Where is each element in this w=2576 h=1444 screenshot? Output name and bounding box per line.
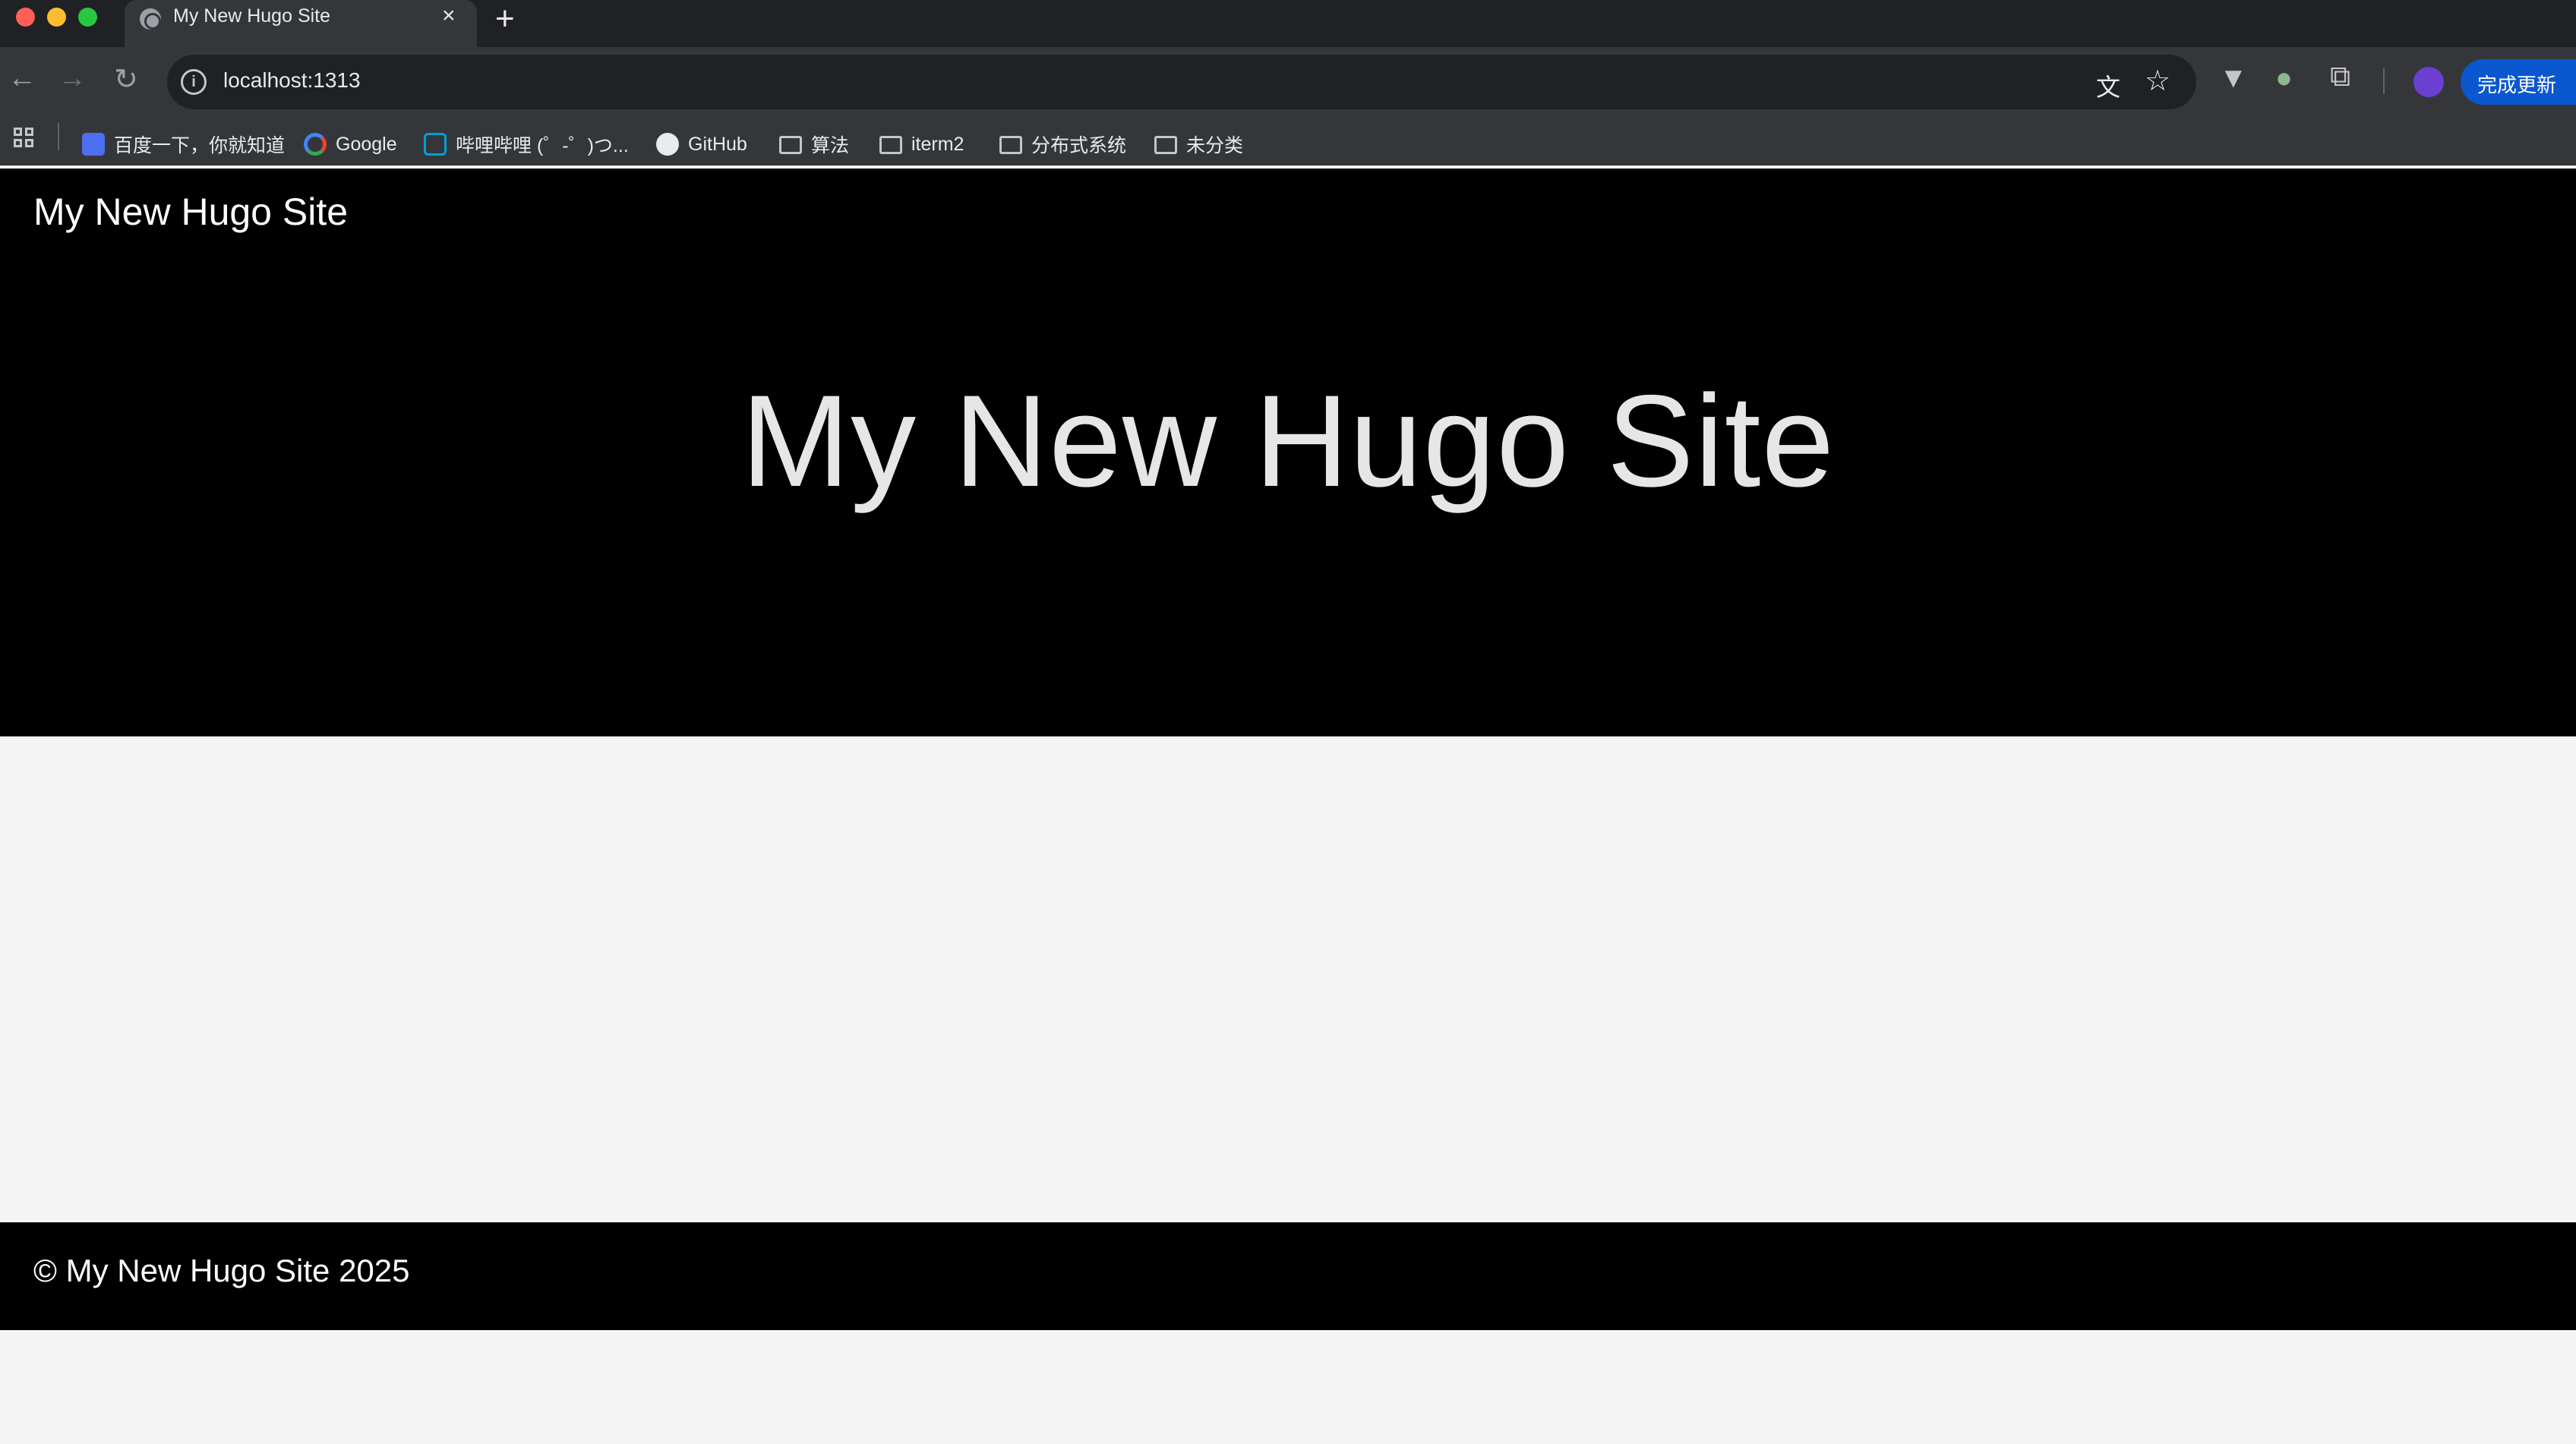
- address-bar[interactable]: i localhost:1313 ⽂ ☆: [167, 55, 2196, 109]
- forward-arrow-icon[interactable]: →: [58, 62, 87, 95]
- page-viewport: My New Hugo Site My New Hugo Site © My N…: [0, 169, 2576, 1444]
- folder-icon: [779, 136, 802, 154]
- bookmark-label: 算法: [811, 135, 850, 156]
- back-arrow-icon[interactable]: ←: [8, 62, 36, 95]
- tab-strip: My New Hugo Site × +: [0, 0, 2576, 47]
- bookmark-label: GitHub: [688, 133, 747, 155]
- bookmark-github[interactable]: GitHub: [656, 121, 747, 167]
- bookmark-label: 哔哩哔哩 (゜-゜)つ...: [456, 135, 629, 156]
- hero-title: My New Hugo Site: [740, 368, 1836, 514]
- minimize-window-button[interactable]: [47, 8, 66, 27]
- toolbar-divider: [2383, 68, 2385, 94]
- footer-copyright: © My New Hugo Site 2025: [33, 1253, 410, 1288]
- green-circle-extension-icon[interactable]: ●: [2275, 62, 2293, 95]
- globe-icon: [140, 8, 161, 30]
- bookmarks-bar: 百度一下，你就知道 Google 哔哩哔哩 (゜-゜)つ... GitHub 算…: [0, 121, 2576, 169]
- site-brand-link[interactable]: My New Hugo Site: [33, 190, 348, 234]
- bookmark-folder-algorithms[interactable]: 算法: [779, 121, 849, 167]
- close-window-button[interactable]: [16, 8, 35, 27]
- finish-update-button[interactable]: 完成更新: [2461, 59, 2576, 105]
- bookmark-folder-iterm2[interactable]: iterm2: [879, 121, 964, 167]
- new-tab-button[interactable]: +: [495, 0, 515, 38]
- maximize-window-button[interactable]: [78, 8, 97, 27]
- bookmark-star-icon[interactable]: ☆: [2145, 64, 2170, 98]
- site-info-icon[interactable]: i: [181, 69, 207, 95]
- translate-icon[interactable]: ⽂: [2096, 68, 2120, 103]
- extensions-puzzle-icon[interactable]: ⧉: [2330, 61, 2350, 93]
- github-icon: [656, 133, 679, 156]
- folder-icon: [1154, 136, 1177, 154]
- bookmark-folder-uncategorized[interactable]: 未分类: [1154, 121, 1243, 167]
- bookmark-baidu[interactable]: 百度一下，你就知道: [82, 121, 285, 167]
- tab-title: My New Hugo Site: [173, 5, 331, 27]
- site-footer: © My New Hugo Site 2025: [0, 1222, 2576, 1330]
- bookmark-google[interactable]: Google: [304, 121, 397, 167]
- url-text[interactable]: localhost:1313: [223, 68, 361, 93]
- bookmark-label: 分布式系统: [1031, 135, 1127, 156]
- bookmark-label: Google: [336, 133, 397, 155]
- folder-icon: [999, 136, 1022, 154]
- bookmark-label: iterm2: [911, 133, 964, 155]
- close-tab-icon[interactable]: ×: [442, 3, 456, 29]
- bookmark-label: 百度一下，你就知道: [114, 135, 286, 156]
- baidu-icon: [82, 133, 105, 156]
- google-icon: [304, 133, 327, 156]
- hero-header: My New Hugo Site My New Hugo Site: [0, 169, 2576, 736]
- profile-avatar-icon[interactable]: [2413, 67, 2444, 97]
- folder-icon: [879, 136, 902, 154]
- vue-devtools-icon[interactable]: ▼: [2219, 62, 2248, 95]
- active-tab[interactable]: My New Hugo Site ×: [125, 0, 477, 47]
- bookmark-bilibili[interactable]: 哔哩哔哩 (゜-゜)つ...: [424, 121, 629, 167]
- reload-icon[interactable]: ↻: [114, 62, 138, 96]
- bilibili-icon: [424, 133, 447, 156]
- bookmark-folder-distributed-systems[interactable]: 分布式系统: [999, 121, 1126, 167]
- bookmark-label: 未分类: [1186, 135, 1244, 156]
